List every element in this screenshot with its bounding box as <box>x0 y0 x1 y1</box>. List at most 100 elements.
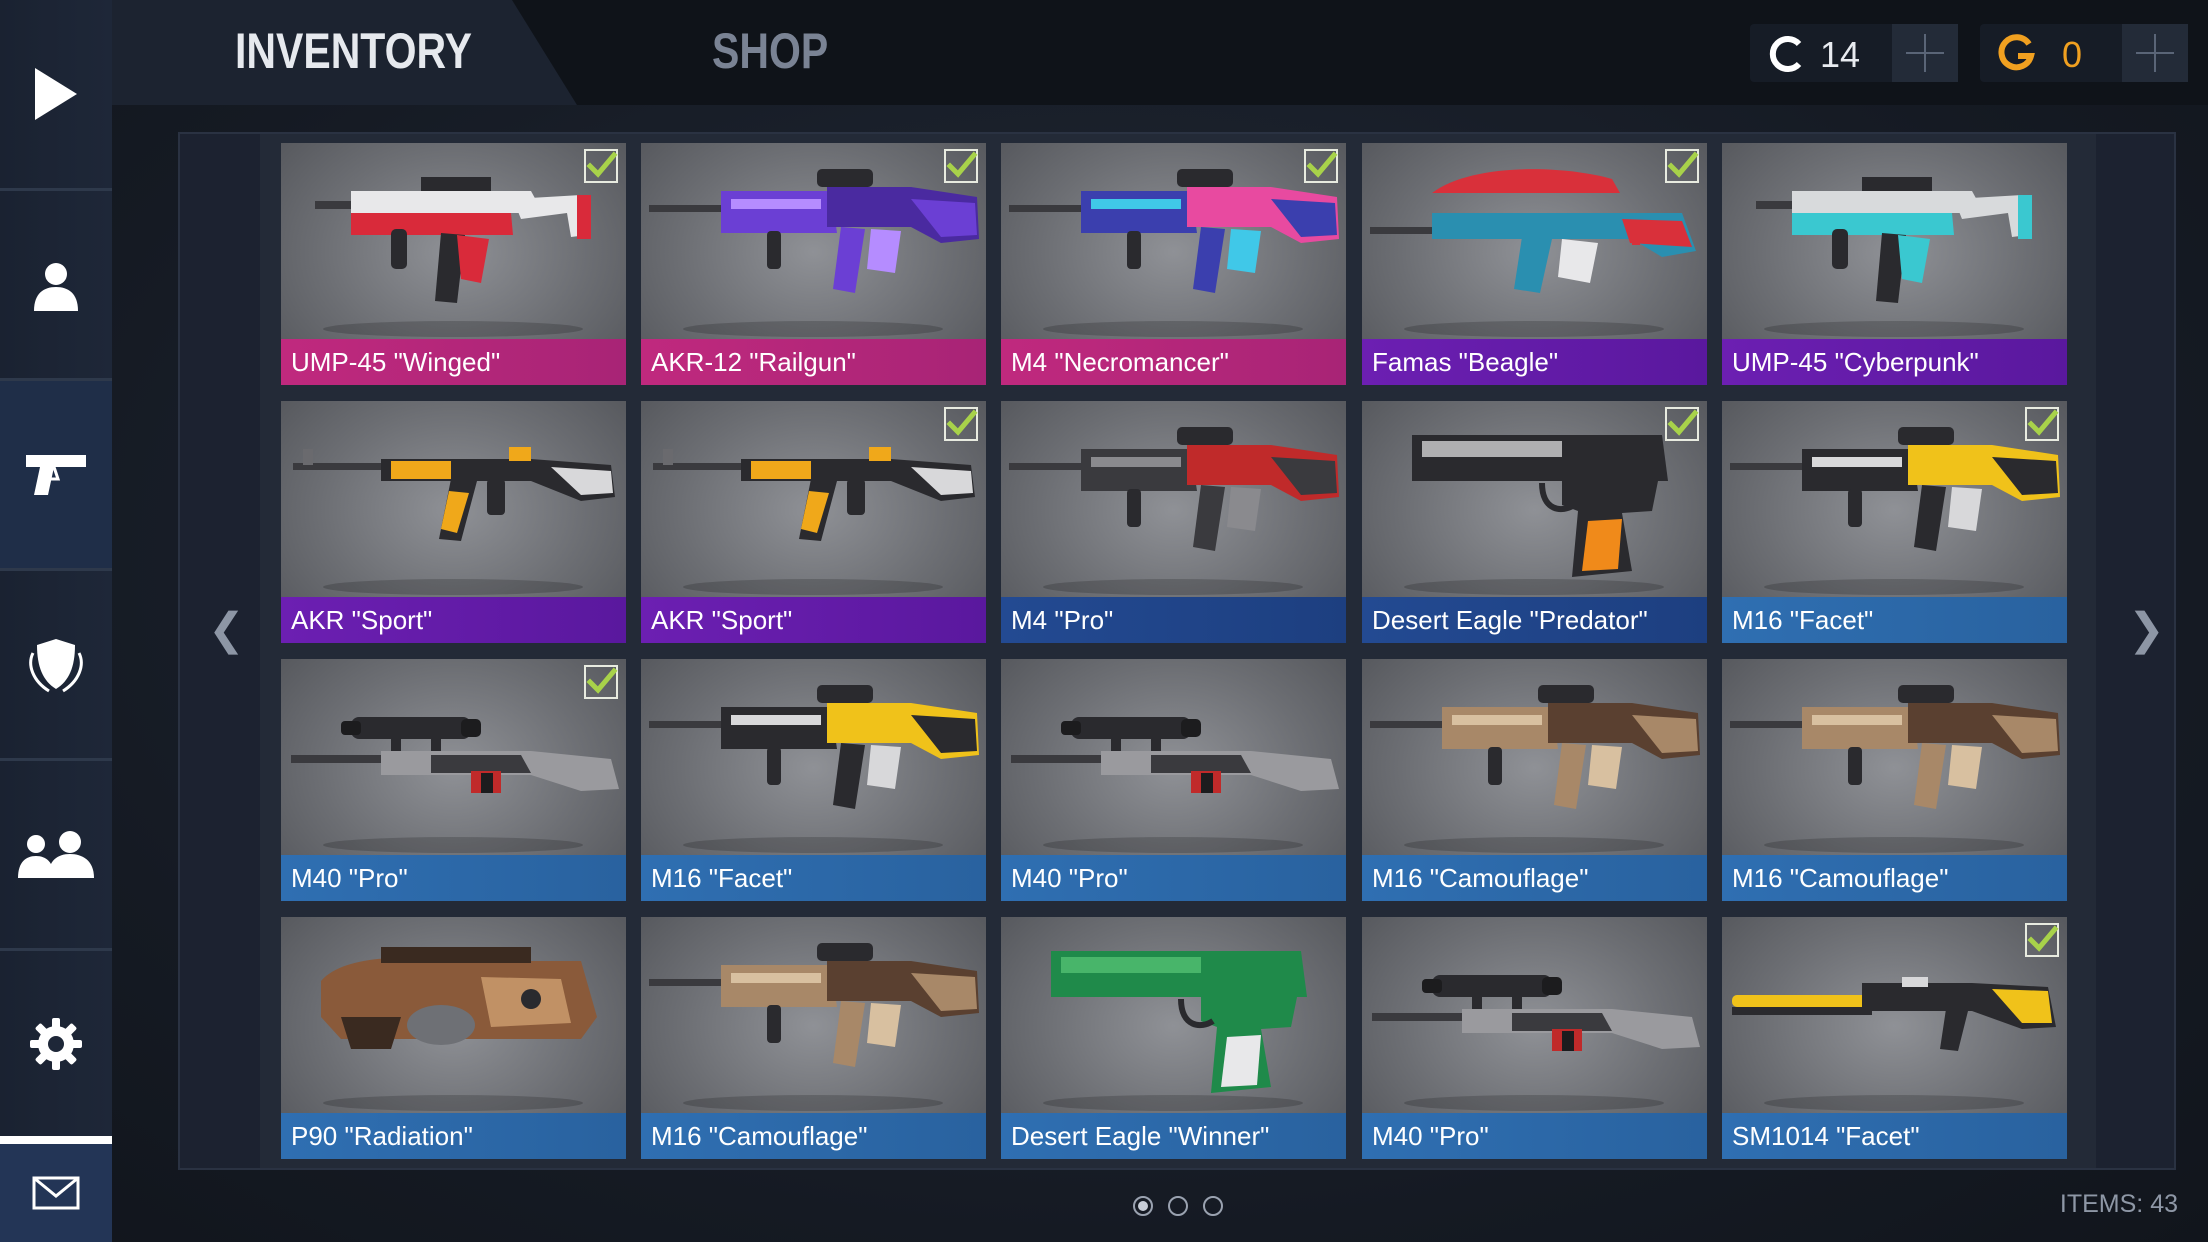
weapon-image <box>649 943 979 1111</box>
equipped-check-icon <box>944 149 978 183</box>
weapon-image <box>649 685 979 853</box>
inventory-item-card[interactable]: Desert Eagle "Predator" <box>1362 401 1707 643</box>
item-name: UMP-45 "Winged" <box>281 339 626 385</box>
gold-value: 0 <box>2062 34 2083 75</box>
inventory-item-card[interactable]: M40 "Pro" <box>1001 659 1346 901</box>
weapon-image <box>1370 685 1700 853</box>
equipped-check-icon <box>2025 407 2059 441</box>
weapon-image <box>649 169 979 337</box>
item-name: M40 "Pro" <box>281 855 626 901</box>
tab-inventory[interactable]: INVENTORY <box>112 0 577 105</box>
inventory-screen: INVENTORY SHOP 14 0 ❮ ❯ UMP-45 "Winged" … <box>0 0 2208 1242</box>
gold-icon <box>1998 34 2035 71</box>
inventory-item-card[interactable]: SM1014 "Facet" <box>1722 917 2067 1159</box>
page-dot[interactable] <box>1168 1196 1188 1216</box>
sidebar-item-friends[interactable] <box>0 761 112 948</box>
chevron-right-icon[interactable]: ❯ <box>2128 604 2165 655</box>
weapon-image <box>1011 717 1339 853</box>
sidebar-item-settings[interactable] <box>0 951 112 1136</box>
sidebar-item-clan[interactable] <box>0 571 112 758</box>
equipped-check-icon <box>584 665 618 699</box>
item-name: M4 "Pro" <box>1001 597 1346 643</box>
sidebar-item-play[interactable] <box>0 0 112 188</box>
item-name: Famas "Beagle" <box>1362 339 1707 385</box>
item-name: M16 "Camouflage" <box>1362 855 1707 901</box>
gear-icon <box>30 1017 82 1070</box>
mail-icon <box>32 1176 80 1210</box>
items-count: ITEMS: 43 <box>2059 1190 2178 1218</box>
weapon-image <box>293 447 615 595</box>
inventory-item-card[interactable]: M16 "Camouflage" <box>1362 659 1707 901</box>
weapon-image <box>321 947 597 1111</box>
equipped-check-icon <box>944 407 978 441</box>
tab-shop-label: SHOP <box>712 23 829 79</box>
tab-inventory-label: INVENTORY <box>235 23 472 79</box>
item-name: M16 "Facet" <box>1722 597 2067 643</box>
item-name: M16 "Facet" <box>641 855 986 901</box>
inventory-item-card[interactable]: AKR "Sport" <box>281 401 626 643</box>
inventory-item-card[interactable]: AKR-12 "Railgun" <box>641 143 986 385</box>
weapon-image <box>1732 977 2056 1111</box>
item-name: SM1014 "Facet" <box>1722 1113 2067 1159</box>
weapon-image <box>315 177 591 337</box>
weapon-image <box>653 447 975 595</box>
weapon-image <box>1009 427 1339 595</box>
item-name: AKR-12 "Railgun" <box>641 339 986 385</box>
page-dot[interactable] <box>1203 1196 1223 1216</box>
equipped-check-icon <box>1665 407 1699 441</box>
item-name: AKR "Sport" <box>641 597 986 643</box>
credits-value: 14 <box>1820 34 1861 75</box>
inventory-item-card[interactable]: M4 "Necromancer" <box>1001 143 1346 385</box>
inventory-item-card[interactable]: M40 "Pro" <box>281 659 626 901</box>
play-icon <box>35 68 77 120</box>
item-name: M16 "Camouflage" <box>1722 855 2067 901</box>
credits-balance: 14 <box>1750 24 1958 82</box>
friends-icon <box>18 830 94 878</box>
weapon-image <box>1043 951 1307 1111</box>
top-bar: INVENTORY SHOP 14 0 <box>112 0 2208 105</box>
item-name: M4 "Necromancer" <box>1001 339 1346 385</box>
chevron-left-icon[interactable]: ❮ <box>208 604 245 655</box>
equipped-check-icon <box>2025 923 2059 957</box>
item-name: M40 "Pro" <box>1001 855 1346 901</box>
sidebar-item-mail[interactable] <box>0 1136 112 1242</box>
inventory-item-card[interactable]: P90 "Radiation" <box>281 917 626 1159</box>
inventory-item-card[interactable]: M40 "Pro" <box>1362 917 1707 1159</box>
page-dot[interactable] <box>1133 1196 1153 1216</box>
item-name: M16 "Camouflage" <box>641 1113 986 1159</box>
item-name: M40 "Pro" <box>1362 1113 1707 1159</box>
inventory-item-card[interactable]: UMP-45 "Cyberpunk" <box>1722 143 2067 385</box>
inventory-item-card[interactable]: UMP-45 "Winged" <box>281 143 626 385</box>
sidebar-item-profile[interactable] <box>0 191 112 378</box>
weapon-image <box>1730 685 2060 853</box>
weapon-image <box>1756 177 2032 337</box>
clan-shield-icon <box>29 638 83 692</box>
sidebar <box>0 0 112 1242</box>
inventory-item-card[interactable]: M4 "Pro" <box>1001 401 1346 643</box>
inventory-item-card[interactable]: M16 "Camouflage" <box>641 917 986 1159</box>
inventory-item-card[interactable]: Desert Eagle "Winner" <box>1001 917 1346 1159</box>
weapon-image <box>1009 169 1339 337</box>
weapon-image <box>1372 975 1700 1111</box>
item-name: AKR "Sport" <box>281 597 626 643</box>
item-name: P90 "Radiation" <box>281 1113 626 1159</box>
weapon-image <box>1370 169 1696 337</box>
item-name: Desert Eagle "Winner" <box>1001 1113 1346 1159</box>
tab-shop[interactable]: SHOP <box>712 0 872 105</box>
credits-icon <box>1769 36 1802 72</box>
inventory-item-card[interactable]: M16 "Facet" <box>641 659 986 901</box>
inventory-item-card[interactable]: M16 "Facet" <box>1722 401 2067 643</box>
item-name: Desert Eagle "Predator" <box>1362 597 1707 643</box>
gold-balance: 0 <box>1980 24 2188 82</box>
pistol-icon <box>26 454 86 495</box>
equipped-check-icon <box>584 149 618 183</box>
inventory-item-card[interactable]: Famas "Beagle" <box>1362 143 1707 385</box>
inventory-item-card[interactable]: M16 "Camouflage" <box>1722 659 2067 901</box>
add-gold-button[interactable] <box>2122 24 2188 82</box>
sidebar-item-weapons[interactable] <box>0 381 112 568</box>
weapon-image <box>1404 435 1668 595</box>
profile-icon <box>34 262 78 311</box>
inventory-item-card[interactable]: AKR "Sport" <box>641 401 986 643</box>
equipped-check-icon <box>1304 149 1338 183</box>
add-credits-button[interactable] <box>1892 24 1958 82</box>
